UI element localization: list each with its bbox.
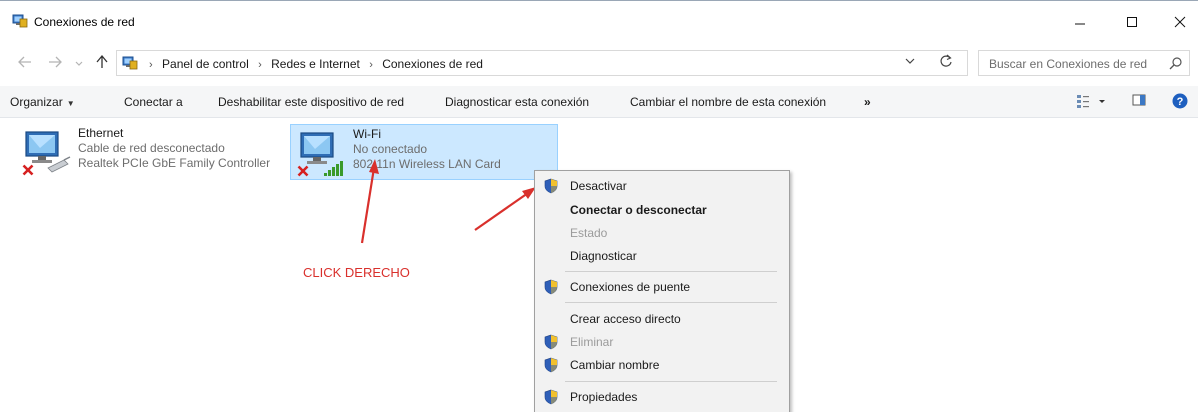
menu-item-estado: Estado	[535, 222, 789, 244]
right-click-annotation: CLICK DERECHO	[303, 265, 410, 280]
menu-item-label: Diagnosticar	[570, 249, 637, 263]
arrow-to-wifi	[360, 167, 376, 244]
menu-item-crear-acceso-directo[interactable]: Crear acceso directo	[535, 308, 789, 330]
arrow-to-menu	[474, 192, 529, 231]
menu-item-conexiones-de-puente[interactable]: Conexiones de puente	[535, 276, 789, 298]
uac-shield-icon	[544, 357, 558, 373]
menu-item-eliminar: Eliminar	[535, 331, 789, 353]
uac-shield-icon	[544, 279, 558, 295]
menu-item-conectar-o-desconectar[interactable]: Conectar o desconectar	[535, 199, 789, 221]
menu-item-label: Estado	[570, 226, 608, 240]
menu-item-label: Cambiar nombre	[570, 358, 660, 372]
menu-item-propiedades[interactable]: Propiedades	[535, 386, 789, 408]
arrow-head-wifi	[369, 159, 379, 174]
context-menu: Desactivar Conectar o desconectar Estado…	[534, 170, 790, 412]
menu-item-label: Eliminar	[570, 335, 614, 349]
uac-shield-icon	[544, 389, 558, 405]
menu-item-label: Conectar o desconectar	[570, 203, 707, 217]
menu-item-label: Desactivar	[570, 179, 627, 193]
menu-item-desactivar[interactable]: Desactivar	[535, 175, 789, 197]
menu-item-label: Crear acceso directo	[570, 312, 681, 326]
menu-separator	[565, 381, 777, 382]
menu-item-diagnosticar[interactable]: Diagnosticar	[535, 245, 789, 267]
uac-shield-icon	[544, 178, 558, 194]
menu-item-label: Conexiones de puente	[570, 280, 691, 294]
uac-shield-icon	[544, 334, 558, 350]
menu-item-label: Propiedades	[570, 390, 638, 404]
menu-separator	[565, 271, 777, 272]
menu-separator	[565, 302, 777, 303]
menu-item-cambiar-nombre[interactable]: Cambiar nombre	[535, 354, 789, 376]
